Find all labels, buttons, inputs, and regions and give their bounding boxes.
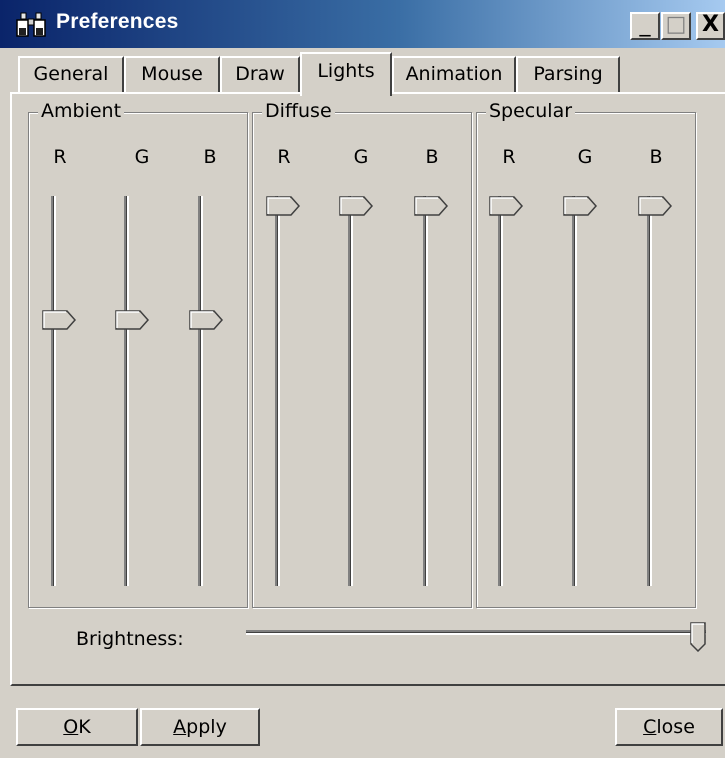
specular-r-slider-track[interactable]: [498, 196, 503, 586]
ambient-b-slider-track[interactable]: [198, 196, 203, 586]
diffuse-group: [252, 112, 472, 608]
ambient-group: [28, 112, 248, 608]
brightness-label: Brightness:: [76, 628, 184, 650]
brightness-slider-track[interactable]: [246, 630, 706, 635]
binoculars-icon: [16, 12, 50, 38]
specular-b-slider-track[interactable]: [647, 196, 652, 586]
minimize-icon: _: [639, 12, 651, 37]
specular-b-slider-thumb[interactable]: [638, 196, 673, 216]
ok-label-rest: K: [78, 716, 91, 738]
tab-label: Animation: [405, 63, 503, 85]
specular-b-label: B: [649, 146, 663, 168]
ambient-g-slider-track[interactable]: [124, 196, 129, 586]
specular-r-label: R: [502, 146, 516, 168]
diffuse-r-slider-thumb[interactable]: [266, 196, 301, 216]
tab-draw[interactable]: Draw: [220, 56, 300, 92]
tab-parsing[interactable]: Parsing: [516, 56, 620, 92]
diffuse-group-label: Diffuse: [262, 100, 335, 122]
specular-g-slider-thumb[interactable]: [563, 196, 598, 216]
ambient-r-slider-track[interactable]: [51, 196, 56, 586]
ok-button[interactable]: OK: [16, 708, 138, 746]
tab-label: General: [33, 63, 109, 85]
diffuse-g-slider-thumb[interactable]: [339, 196, 374, 216]
specular-g-slider-track[interactable]: [572, 196, 577, 586]
brightness-slider-thumb[interactable]: [690, 622, 706, 653]
maximize-icon: □: [665, 12, 687, 37]
tab-lights[interactable]: Lights: [300, 52, 392, 96]
ambient-g-slider-thumb[interactable]: [115, 310, 150, 330]
ambient-group-label: Ambient: [38, 100, 125, 122]
specular-group: [476, 112, 696, 608]
ambient-b-label: B: [203, 146, 217, 168]
minimize-button[interactable]: _: [630, 12, 660, 40]
ambient-g-label: G: [134, 146, 150, 168]
close-window-button[interactable]: X: [696, 12, 725, 40]
apply-label-rest: pply: [186, 716, 227, 738]
close-button[interactable]: Close: [615, 708, 723, 746]
tab-general[interactable]: General: [18, 56, 124, 92]
close-mnemonic: C: [643, 716, 657, 738]
specular-group-label: Specular: [486, 100, 576, 122]
diffuse-g-label: G: [353, 146, 369, 168]
window-title: Preferences: [56, 10, 179, 33]
diffuse-g-slider-track[interactable]: [348, 196, 353, 586]
ambient-r-slider-thumb[interactable]: [42, 310, 77, 330]
specular-r-slider-thumb[interactable]: [489, 196, 524, 216]
diffuse-b-slider-track[interactable]: [423, 196, 428, 586]
ambient-b-slider-thumb[interactable]: [189, 310, 224, 330]
diffuse-r-label: R: [277, 146, 291, 168]
tab-animation[interactable]: Animation: [392, 56, 516, 92]
tab-label: Parsing: [533, 63, 603, 85]
ambient-r-label: R: [53, 146, 67, 168]
tab-label: Draw: [235, 63, 285, 85]
close-icon: X: [702, 12, 719, 37]
diffuse-b-slider-thumb[interactable]: [414, 196, 449, 216]
maximize-button[interactable]: □: [661, 12, 691, 40]
apply-button[interactable]: Apply: [140, 708, 260, 746]
tab-mouse[interactable]: Mouse: [124, 56, 220, 92]
close-label-rest: lose: [656, 716, 695, 738]
tab-label: Mouse: [141, 63, 203, 85]
diffuse-b-label: B: [425, 146, 439, 168]
tab-label: Lights: [317, 60, 375, 82]
apply-mnemonic: A: [173, 716, 187, 738]
diffuse-r-slider-track[interactable]: [275, 196, 280, 586]
specular-g-label: G: [577, 146, 593, 168]
ok-mnemonic: O: [63, 716, 79, 738]
